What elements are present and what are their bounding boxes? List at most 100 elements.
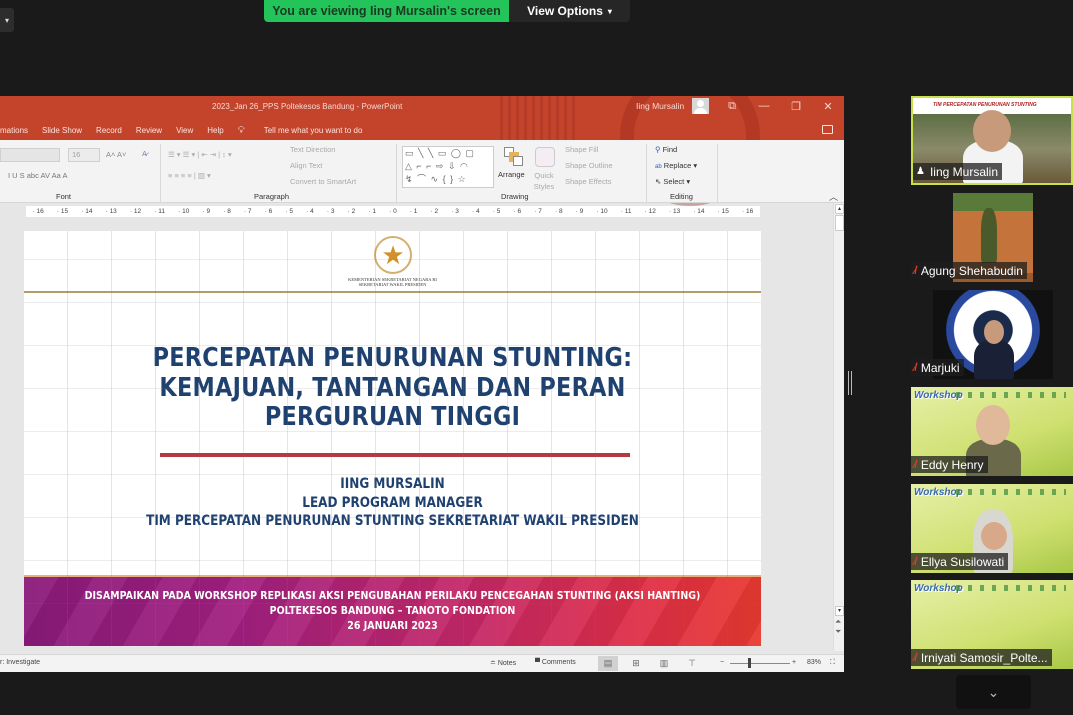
comments-label: Comments xyxy=(541,659,576,666)
group-divider xyxy=(396,144,397,202)
zoom-slider[interactable] xyxy=(730,663,790,664)
sponsor-logos xyxy=(956,392,1066,398)
ruler-tick-label: · 15 xyxy=(717,208,729,215)
next-slide-icon[interactable]: ⏷ xyxy=(835,627,841,637)
scroll-thumb[interactable] xyxy=(835,215,844,231)
shape-fill-button[interactable]: Shape Fill xyxy=(565,145,598,154)
participant-tile[interactable]: TIM PERCEPATAN PENURUNAN STUNTING ♟ Iing… xyxy=(911,96,1073,185)
text-direction-button[interactable]: Text Direction xyxy=(290,145,335,154)
quick-styles-icon[interactable] xyxy=(535,147,555,167)
replace-button[interactable]: ab Replace ▾ xyxy=(655,161,697,170)
tell-me-search[interactable]: 💡︎ Tell me what you want to do xyxy=(238,125,377,136)
panel-splitter-handle[interactable] xyxy=(848,371,852,395)
clear-formatting-icon[interactable]: A̷ xyxy=(142,149,147,158)
slide-sorter-icon[interactable]: ⊞ xyxy=(626,656,646,671)
shape-effects-button[interactable]: Shape Effects xyxy=(565,177,612,186)
view-options-button[interactable]: View Options ▾ xyxy=(509,0,630,22)
font-size-box[interactable]: 16 xyxy=(68,148,100,162)
zoom-in-icon[interactable]: + xyxy=(792,659,796,666)
ruler-tick-label: · 6 xyxy=(264,208,273,215)
ruler-tick-label: · 2 xyxy=(347,208,356,215)
ruler-tick-label: · 1 xyxy=(368,208,376,215)
select-button[interactable]: ⇖ Select ▾ xyxy=(655,177,690,186)
tab-review[interactable]: Review xyxy=(136,126,162,135)
participant-name: Irniyati Samosir_Polte... xyxy=(920,650,1048,665)
ruler-tick-label: · 2 xyxy=(430,208,439,215)
speaker-icon: ♟ xyxy=(916,166,925,177)
fit-to-window-icon[interactable]: ⛶ xyxy=(830,659,835,667)
close-icon[interactable]: ✕ xyxy=(819,99,837,113)
banner-line: DISAMPAIKAN PADA WORKSHOP REPLIKASI AKSI… xyxy=(84,589,701,602)
font-format-buttons[interactable]: I U S abc AV Aa A xyxy=(8,171,67,180)
chevron-down-icon: ⌄ xyxy=(987,683,1000,700)
scroll-up-icon[interactable]: ▴ xyxy=(835,204,844,214)
alignment-buttons[interactable]: ≡ ≡ ≡ ≡ | ▥ ▾ xyxy=(168,171,211,180)
participant-tile[interactable]: ⁄̸ Marjuki xyxy=(911,290,1073,379)
comments-button[interactable]: ▀ Comments xyxy=(535,659,576,666)
shape-outline-button[interactable]: Shape Outline xyxy=(565,161,613,170)
virtual-background-text: TIM PERCEPATAN PENURUNAN STUNTING xyxy=(933,102,1037,108)
participant-tile[interactable]: Workshop ⁄̸ Eddy Henry xyxy=(911,387,1073,476)
scroll-down-icon[interactable]: ▾ xyxy=(835,606,844,616)
sponsor-logos xyxy=(956,585,1066,591)
arrange-button[interactable]: Arrange xyxy=(498,170,525,179)
zoom-slider-thumb[interactable] xyxy=(748,658,751,668)
show-more-participants-button[interactable]: ⌄ xyxy=(956,675,1031,709)
reading-view-icon[interactable]: ▥ xyxy=(654,656,674,671)
participant-name-tag: ⁄̸ Ellya Susilowati xyxy=(911,553,1009,570)
shapes-gallery[interactable]: ▭ ╲ ╲ ▭ ◯ ▢ △ ⌐ ⌐ ⇨ ⇩ ◠ ↯ ⌒ ∿ { } ☆ ▴▾≡ xyxy=(402,146,494,188)
participant-tile[interactable]: Workshop ⁄̸ Ellya Susilowati xyxy=(911,484,1073,573)
ruler-tick-label: · 8 xyxy=(223,208,231,215)
tab-view[interactable]: View xyxy=(176,126,193,135)
participant-face xyxy=(973,110,1011,152)
tab-animations[interactable]: mations xyxy=(0,126,28,135)
shared-screen-powerpoint: 2023_Jan 26_PPS Poltekesos Bandung - Pow… xyxy=(0,96,844,672)
zoom-out-icon[interactable]: − xyxy=(720,659,724,666)
replace-icon: ab xyxy=(655,164,662,170)
ribbon-display-options-icon[interactable]: ⧉ xyxy=(723,99,741,113)
ruler-tick-label: · 12 xyxy=(644,208,656,215)
tab-record[interactable]: Record xyxy=(96,126,122,135)
tab-help[interactable]: Help xyxy=(207,126,223,135)
font-name-box[interactable] xyxy=(0,148,60,162)
participant-face xyxy=(976,405,1010,445)
ribbon-tabs: mations Slide Show Record Review View He… xyxy=(0,123,390,137)
slide-canvas[interactable]: ★ KEMENTERIAN SEKRETARIAT NEGARA RI SEKR… xyxy=(24,231,761,646)
vertical-scrollbar[interactable]: ▴ ▾ ⏶ ⏷ xyxy=(833,203,844,651)
comments-icon[interactable] xyxy=(822,125,833,134)
convert-smartart-button[interactable]: Convert to SmartArt xyxy=(290,177,356,186)
accessibility-status[interactable]: r: Investigate xyxy=(0,659,40,666)
mic-muted-icon: ⁄̸ xyxy=(914,651,916,664)
normal-view-icon[interactable]: ▤ xyxy=(598,656,618,671)
arrange-icon[interactable] xyxy=(504,147,523,166)
drawing-group-label: Drawing xyxy=(501,192,529,201)
participant-tile[interactable]: ⁄̸ Agung Shehabudin xyxy=(911,193,1073,282)
restore-icon[interactable]: ❐ xyxy=(787,99,805,113)
participant-tile[interactable]: Workshop ⁄̸ Irniyati Samosir_Polte... xyxy=(911,580,1073,669)
minimize-icon[interactable]: — xyxy=(755,99,773,113)
participant-name: Eddy Henry xyxy=(920,457,984,472)
participant-name-tag: ⁄̸ Marjuki xyxy=(911,359,964,376)
notes-button[interactable]: ≐ Notes xyxy=(490,659,516,667)
document-title: 2023_Jan 26_PPS Poltekesos Bandung - Pow… xyxy=(212,102,403,111)
collapse-ribbon-icon[interactable]: ︿ xyxy=(829,190,838,203)
align-text-button[interactable]: Align Text xyxy=(290,161,322,170)
slideshow-icon[interactable]: ⊤ xyxy=(682,656,702,671)
select-label: Select xyxy=(663,177,685,186)
slide-title-line: PERGURUAN TINGGI xyxy=(264,402,521,432)
account-avatar-icon[interactable] xyxy=(692,98,709,114)
status-bar: r: Investigate ≐ Notes ▀ Comments ▤ ⊞ ▥ … xyxy=(0,654,844,672)
powerpoint-titlebar: 2023_Jan 26_PPS Poltekesos Bandung - Pow… xyxy=(0,96,844,206)
find-button[interactable]: ⚲ Find xyxy=(655,145,677,154)
toolbar-toggle-button[interactable]: ▾ xyxy=(0,8,14,32)
quick-styles-button[interactable]: Quick Styles xyxy=(530,170,558,192)
shapes-row: ▭ ╲ ╲ ▭ ◯ ▢ xyxy=(405,148,475,158)
tab-slide-show[interactable]: Slide Show xyxy=(42,126,82,135)
font-size-buttons[interactable]: A˄ A˅ xyxy=(106,150,126,159)
ruler-tick-label: · 1 xyxy=(409,208,418,215)
titlebar-decoration xyxy=(500,96,580,146)
zoom-level[interactable]: 83% xyxy=(807,659,821,666)
previous-slide-icon[interactable]: ⏶ xyxy=(835,617,841,627)
account-name[interactable]: Iing Mursalin xyxy=(636,101,684,111)
bullets-icon[interactable]: ☰ ▾ ☰ ▾ | ⇤ ⇥ | ↕ ▾ xyxy=(168,150,232,159)
